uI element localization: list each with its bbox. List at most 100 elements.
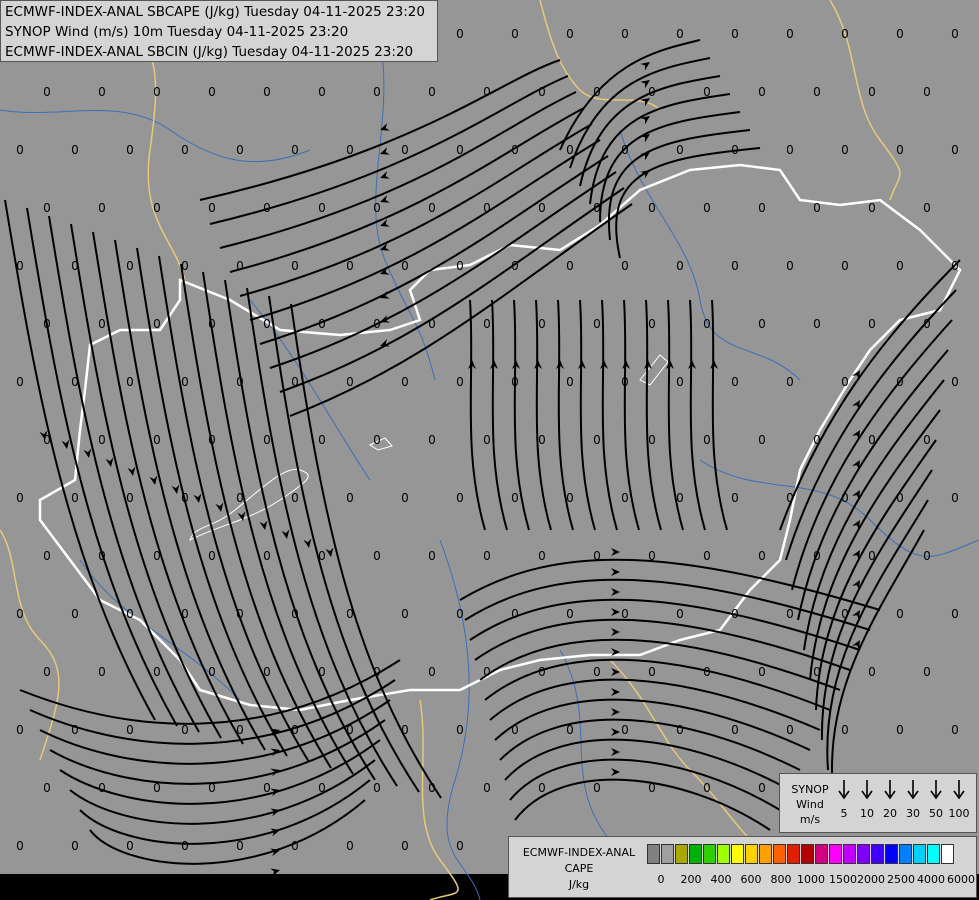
sbcin-value: 0 — [16, 259, 24, 273]
sbcin-value: 0 — [593, 201, 601, 215]
sbcin-value: 0 — [373, 665, 381, 679]
sbcin-value: 0 — [593, 665, 601, 679]
sbcin-value: 0 — [758, 201, 766, 215]
sbcin-value: 0 — [868, 549, 876, 563]
sbcin-value: 0 — [566, 723, 574, 737]
synop-speed-arrow: 5 — [832, 780, 856, 820]
sbcin-value: 0 — [126, 143, 134, 157]
sbcin-value: 0 — [456, 375, 464, 389]
sbcin-value: 0 — [236, 491, 244, 505]
sbcin-value: 0 — [758, 317, 766, 331]
sbcin-value: 0 — [896, 259, 904, 273]
sbcin-value: 0 — [291, 839, 299, 853]
sbcin-value: 0 — [538, 317, 546, 331]
synop-speed-arrow: 10 — [855, 780, 879, 820]
sbcin-value: 0 — [346, 259, 354, 273]
synop-wind-legend: SYNOP Wind m/s 5 10 20 30 50 100 — [779, 773, 977, 833]
sbcin-value: 0 — [71, 839, 79, 853]
cape-tick: 2000 — [857, 873, 885, 886]
sbcin-value: 0 — [43, 317, 51, 331]
sbcin-value: 0 — [346, 143, 354, 157]
sbcin-value: 0 — [951, 27, 959, 41]
cape-swatch — [899, 844, 912, 864]
sbcin-value: 0 — [126, 491, 134, 505]
sbcin-value: 0 — [566, 27, 574, 41]
sbcin-value: 0 — [511, 375, 519, 389]
sbcin-value: 0 — [511, 607, 519, 621]
sbcin-value: 0 — [401, 839, 409, 853]
cape-tick: 4000 — [917, 873, 945, 886]
sbcin-value: 0 — [373, 781, 381, 795]
sbcin-value: 0 — [126, 723, 134, 737]
cape-swatch — [941, 844, 954, 864]
sbcin-value: 0 — [703, 85, 711, 99]
sbcin-value: 0 — [648, 665, 656, 679]
sbcin-value: 0 — [318, 781, 326, 795]
cape-tick: 1500 — [829, 873, 857, 886]
sbcin-value: 0 — [401, 491, 409, 505]
cape-swatch — [689, 844, 702, 864]
sbcin-value: 0 — [923, 665, 931, 679]
sbcin-value: 0 — [401, 143, 409, 157]
sbcin-value: 0 — [43, 781, 51, 795]
sbcin-value: 0 — [153, 549, 161, 563]
sbcin-value: 0 — [346, 375, 354, 389]
sbcin-value: 0 — [786, 723, 794, 737]
sbcin-value: 0 — [126, 839, 134, 853]
sbcin-value: 0 — [511, 27, 519, 41]
sbcin-value: 0 — [483, 201, 491, 215]
sbcin-value: 0 — [98, 317, 106, 331]
sbcin-value: 0 — [71, 491, 79, 505]
down-arrow-icon — [930, 780, 942, 800]
sbcin-value: 0 — [511, 723, 519, 737]
synop-speed-label: 5 — [840, 807, 848, 820]
sbcin-value: 0 — [841, 259, 849, 273]
sbcin-value: 0 — [951, 259, 959, 273]
sbcin-value: 0 — [566, 491, 574, 505]
sbcin-value: 0 — [538, 85, 546, 99]
sbcin-value: 0 — [676, 491, 684, 505]
sbcin-value: 0 — [181, 375, 189, 389]
sbcin-value: 0 — [841, 143, 849, 157]
sbcin-value: 0 — [951, 723, 959, 737]
sbcin-value: 0 — [511, 491, 519, 505]
sbcin-value: 0 — [621, 143, 629, 157]
cape-color-legend: ECMWF-INDEX-ANAL CAPE J/kg 0 200 400 600 800… — [508, 836, 977, 898]
sbcin-value: 0 — [71, 607, 79, 621]
sbcin-value: 0 — [923, 201, 931, 215]
cape-tick: 6000 — [947, 873, 975, 886]
sbcin-value: 0 — [813, 665, 821, 679]
cape-swatch — [829, 844, 842, 864]
cape-tick: 1000 — [797, 873, 825, 886]
sbcin-value: 0 — [236, 839, 244, 853]
cape-swatch — [913, 844, 926, 864]
sbcin-value: 0 — [373, 201, 381, 215]
sbcin-value: 0 — [483, 433, 491, 447]
sbcin-value: 0 — [236, 607, 244, 621]
sbcin-value: 0 — [841, 723, 849, 737]
sbcin-value: 0 — [758, 665, 766, 679]
down-arrow-icon — [907, 780, 919, 800]
title-synop-wind: SYNOP Wind (m/s) 10m Tuesday 04-11-2025 … — [5, 24, 349, 40]
sbcin-value: 0 — [16, 375, 24, 389]
cape-swatch — [857, 844, 870, 864]
sbcin-value: 0 — [621, 491, 629, 505]
sbcin-value: 0 — [566, 607, 574, 621]
sbcin-value: 0 — [456, 491, 464, 505]
sbcin-value: 0 — [126, 259, 134, 273]
cape-swatch — [759, 844, 772, 864]
sbcin-value: 0 — [43, 549, 51, 563]
sbcin-value: 0 — [98, 433, 106, 447]
down-arrow-icon — [838, 780, 850, 800]
down-arrow-icon — [861, 780, 873, 800]
cape-swatches — [647, 844, 955, 864]
cape-swatch — [703, 844, 716, 864]
sbcin-value: 0 — [153, 201, 161, 215]
sbcin-value: 0 — [538, 549, 546, 563]
sbcin-value: 0 — [16, 839, 24, 853]
sbcin-value: 0 — [373, 433, 381, 447]
sbcin-value: 0 — [483, 549, 491, 563]
sbcin-value: 0 — [16, 607, 24, 621]
sbcin-value: 0 — [813, 201, 821, 215]
sbcin-value: 0 — [951, 143, 959, 157]
